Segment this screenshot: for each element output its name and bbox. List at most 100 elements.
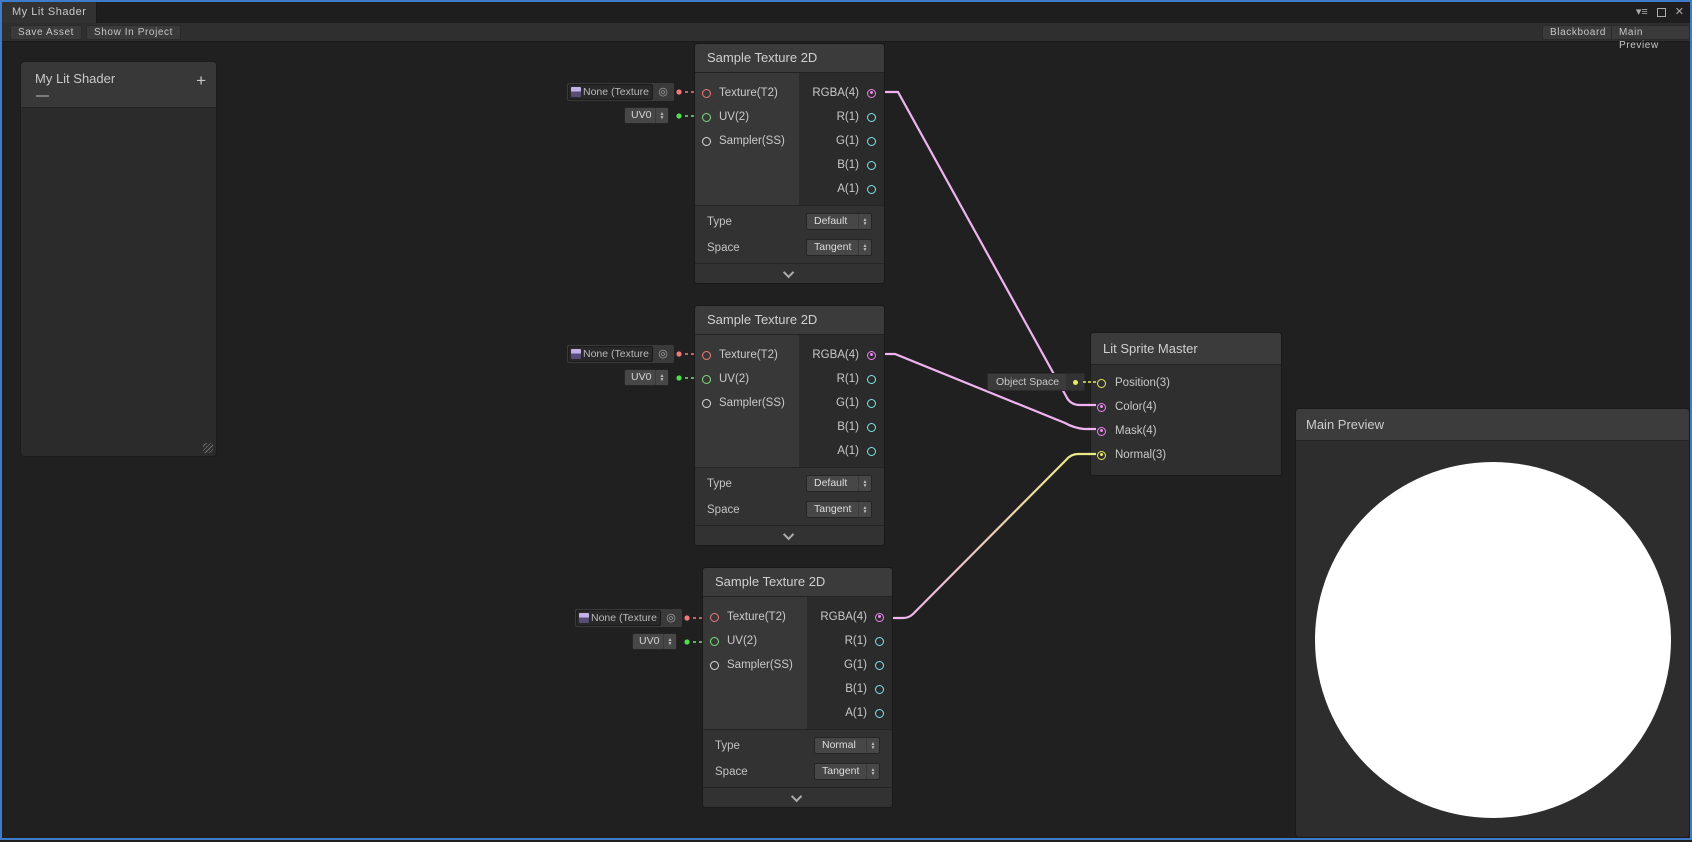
- port-b-output[interactable]: [867, 161, 876, 170]
- type-dropdown[interactable]: Normal▲▼: [814, 737, 880, 754]
- dropdown-arrows-icon: ▲▼: [655, 370, 668, 385]
- texture-object-field-1[interactable]: None (Texture ◎: [567, 83, 674, 101]
- tab-bar: My Lit Shader ▾≡ ✕: [2, 2, 1690, 23]
- port-rgba-output[interactable]: [867, 89, 876, 98]
- dropdown-arrows-icon: ▲▼: [858, 476, 871, 491]
- port-uv-input[interactable]: [710, 637, 719, 646]
- port-mask-input[interactable]: [1097, 427, 1106, 436]
- blackboard-toggle-button[interactable]: Blackboard: [1542, 25, 1614, 40]
- texture-thumbnail-icon: [571, 349, 581, 359]
- connector-dot-box: [1066, 374, 1084, 390]
- add-property-button[interactable]: +: [196, 72, 206, 89]
- port-label: UV(2): [727, 635, 757, 647]
- port-uv-input[interactable]: [702, 113, 711, 122]
- port-label: B(1): [845, 683, 867, 695]
- type-label: Type: [707, 478, 732, 490]
- port-rgba-output[interactable]: [875, 613, 884, 622]
- port-position-input[interactable]: [1097, 379, 1106, 388]
- port-label: G(1): [836, 135, 859, 147]
- position-default-pill[interactable]: Object Space: [987, 373, 1085, 391]
- dropdown-arrows-icon: ▲▼: [858, 240, 871, 255]
- texture-object-field-2[interactable]: None (Texture ◎: [567, 345, 674, 363]
- port-sampler-input[interactable]: [710, 661, 719, 670]
- port-uv-input[interactable]: [702, 375, 711, 384]
- texture-object-field-3[interactable]: None (Texture ◎: [575, 609, 682, 627]
- port-label: RGBA(4): [820, 611, 867, 623]
- uv-channel-dropdown-1[interactable]: UV0 ▲▼: [624, 107, 669, 124]
- main-preview-toggle-button[interactable]: Main Preview: [1611, 25, 1690, 40]
- blackboard-resize-handle[interactable]: [203, 443, 213, 453]
- layout-dropdown-icon[interactable]: ▾≡: [1636, 2, 1648, 23]
- chevron-down-icon: [782, 528, 793, 539]
- port-label: Sampler(SS): [727, 659, 793, 671]
- port-g-output[interactable]: [867, 399, 876, 408]
- collapse-previews-button[interactable]: [695, 263, 884, 283]
- node-title: Sample Texture 2D: [703, 568, 892, 597]
- dropdown-arrows-icon: ▲▼: [655, 108, 668, 123]
- shader-preview-sphere: [1315, 462, 1671, 818]
- port-label: R(1): [837, 373, 859, 385]
- space-label: Space: [707, 242, 740, 254]
- port-texture-input[interactable]: [710, 613, 719, 622]
- port-label: B(1): [837, 159, 859, 171]
- port-a-output[interactable]: [875, 709, 884, 718]
- collapse-previews-button[interactable]: [703, 787, 892, 807]
- lit-sprite-master-node[interactable]: Lit Sprite Master Position(3) Color(4) M…: [1090, 332, 1282, 476]
- type-label: Type: [707, 216, 732, 228]
- space-dropdown[interactable]: Tangent▲▼: [806, 501, 872, 518]
- port-label: Normal(3): [1115, 449, 1166, 461]
- type-dropdown[interactable]: Default▲▼: [806, 213, 872, 230]
- port-label: Position(3): [1115, 377, 1170, 389]
- blackboard-title: My Lit Shader: [35, 71, 115, 86]
- show-in-project-button[interactable]: Show In Project: [86, 25, 181, 40]
- chevron-down-icon: [790, 790, 801, 801]
- blackboard-subtitle-dash: [36, 95, 49, 97]
- sample-texture-2d-node-3[interactable]: Sample Texture 2D Texture(T2) UV(2) Samp…: [702, 567, 893, 808]
- port-label: R(1): [845, 635, 867, 647]
- port-a-output[interactable]: [867, 447, 876, 456]
- save-asset-button[interactable]: Save Asset: [10, 25, 82, 40]
- port-g-output[interactable]: [875, 661, 884, 670]
- type-dropdown[interactable]: Default▲▼: [806, 475, 872, 492]
- blackboard-header[interactable]: My Lit Shader +: [21, 62, 216, 108]
- main-preview-header[interactable]: Main Preview: [1296, 409, 1689, 441]
- port-sampler-input[interactable]: [702, 137, 711, 146]
- main-preview-panel: Main Preview: [1295, 408, 1690, 838]
- uv-channel-dropdown-2[interactable]: UV0 ▲▼: [624, 369, 669, 386]
- dropdown-arrows-icon: ▲▼: [866, 738, 879, 753]
- port-b-output[interactable]: [875, 685, 884, 694]
- sample-texture-2d-node-1[interactable]: Sample Texture 2D Texture(T2) UV(2) Samp…: [694, 43, 885, 284]
- vector3-connector-dot: [1073, 380, 1078, 385]
- port-r-output[interactable]: [867, 375, 876, 384]
- port-b-output[interactable]: [867, 423, 876, 432]
- space-label: Space: [707, 504, 740, 516]
- collapse-previews-button[interactable]: [695, 525, 884, 545]
- sample-texture-2d-node-2[interactable]: Sample Texture 2D Texture(T2) UV(2) Samp…: [694, 305, 885, 546]
- uv-channel-dropdown-3[interactable]: UV0 ▲▼: [632, 633, 677, 650]
- port-label: Sampler(SS): [719, 135, 785, 147]
- type-label: Type: [715, 740, 740, 752]
- object-picker-icon[interactable]: ◎: [653, 84, 673, 100]
- port-rgba-output[interactable]: [867, 351, 876, 360]
- close-icon[interactable]: ✕: [1675, 2, 1684, 23]
- port-g-output[interactable]: [867, 137, 876, 146]
- space-dropdown[interactable]: Tangent▲▼: [814, 763, 880, 780]
- port-texture-input[interactable]: [702, 89, 711, 98]
- port-label: A(1): [837, 445, 859, 457]
- port-color-input[interactable]: [1097, 403, 1106, 412]
- tab-my-lit-shader[interactable]: My Lit Shader: [2, 2, 97, 23]
- port-label: UV(2): [719, 111, 749, 123]
- port-normal-input[interactable]: [1097, 451, 1106, 460]
- port-texture-input[interactable]: [702, 351, 711, 360]
- space-dropdown[interactable]: Tangent▲▼: [806, 239, 872, 256]
- port-a-output[interactable]: [867, 185, 876, 194]
- dropdown-arrows-icon: ▲▼: [663, 634, 676, 649]
- port-r-output[interactable]: [867, 113, 876, 122]
- maximize-icon[interactable]: [1657, 8, 1666, 17]
- object-picker-icon[interactable]: ◎: [661, 610, 681, 626]
- shader-graph-toolbar: Save Asset Show In Project Blackboard Ma…: [2, 23, 1690, 42]
- object-picker-icon[interactable]: ◎: [653, 346, 673, 362]
- port-sampler-input[interactable]: [702, 399, 711, 408]
- port-r-output[interactable]: [875, 637, 884, 646]
- port-label: UV(2): [719, 373, 749, 385]
